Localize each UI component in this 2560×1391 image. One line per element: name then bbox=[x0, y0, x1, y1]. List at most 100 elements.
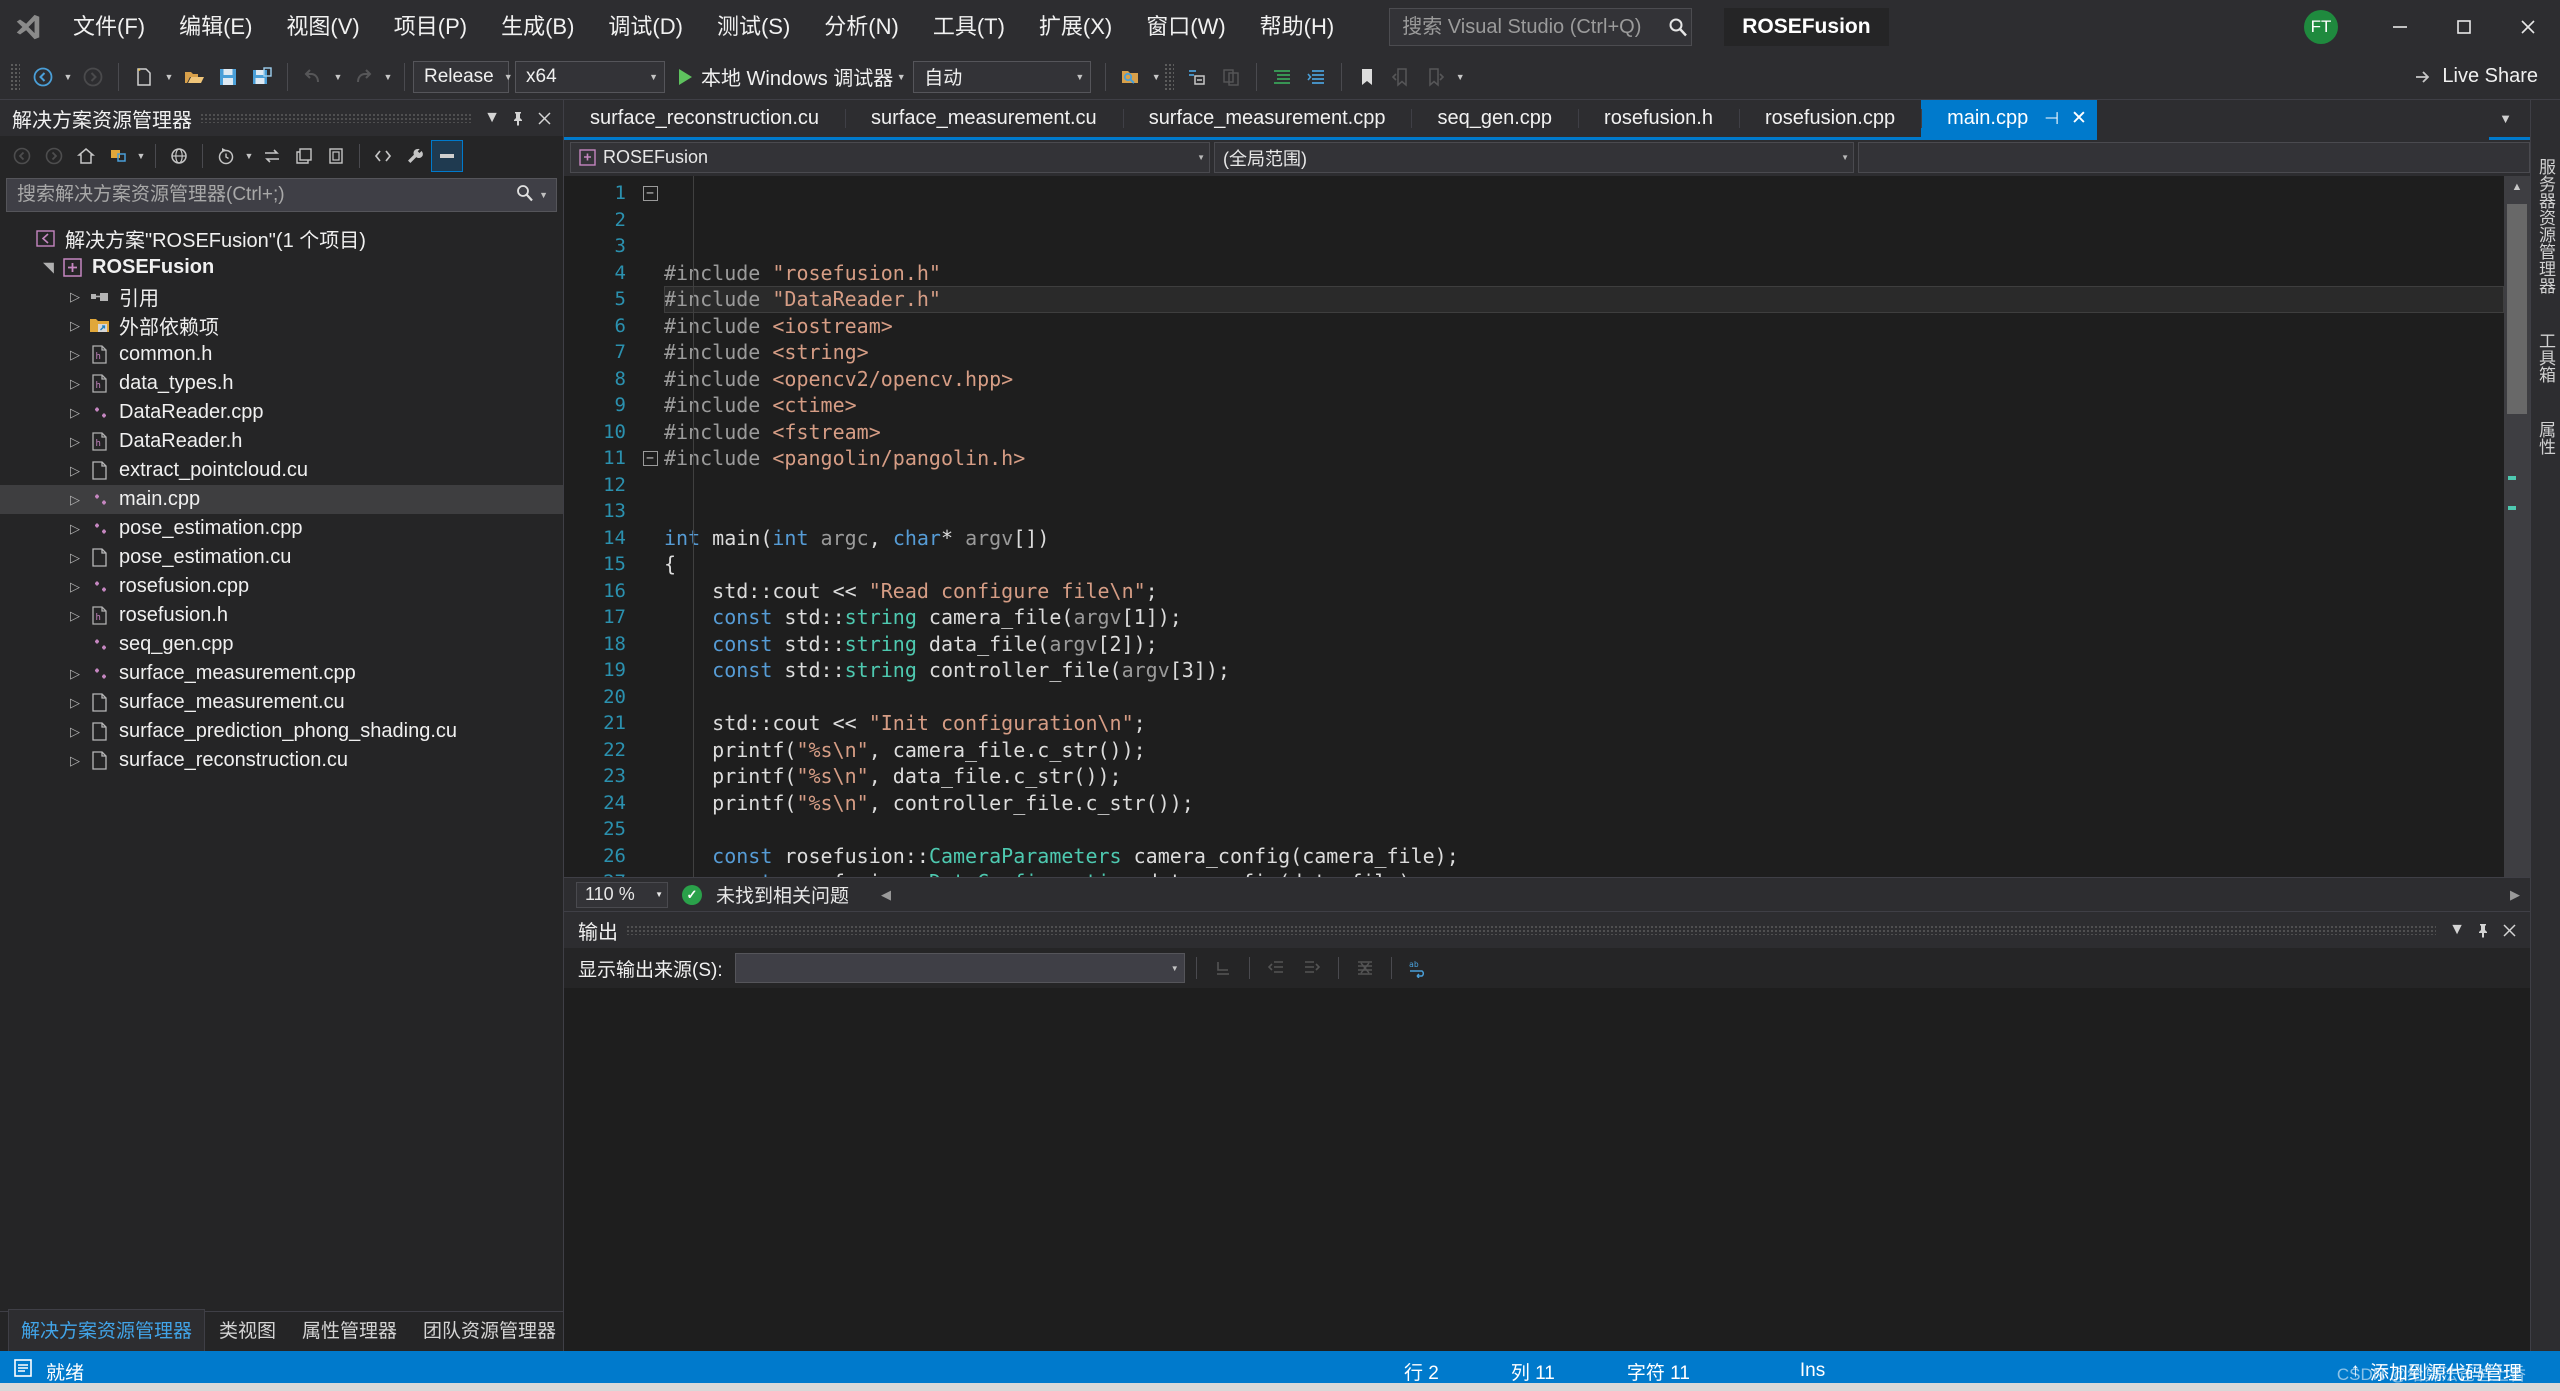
code-line[interactable]: #include "DataReader.h" bbox=[664, 286, 2504, 313]
scroll-left-icon[interactable]: ◀ bbox=[881, 887, 891, 903]
preview-selected-items-icon[interactable] bbox=[431, 140, 463, 172]
code-line[interactable]: std::cout << "Init configuration\n"; bbox=[664, 710, 2504, 737]
code-line[interactable]: const std::string data_file(argv[2]); bbox=[664, 631, 2504, 658]
live-share-button[interactable]: Live Share bbox=[2411, 65, 2538, 88]
find-dropdown-icon[interactable]: ▼ bbox=[1148, 60, 1164, 94]
editor-tab[interactable]: rosefusion.cpp bbox=[1739, 100, 1921, 140]
tree-item[interactable]: ▷引用 bbox=[0, 282, 563, 311]
pending-changes-icon[interactable] bbox=[210, 140, 242, 172]
code-line[interactable]: #include <pangolin/pangolin.h> bbox=[664, 445, 2504, 472]
search-options-dropdown-icon[interactable]: ▼ bbox=[535, 190, 552, 200]
editor-horizontal-scrollbar[interactable]: ◀ ▶ bbox=[881, 885, 2530, 905]
scroll-up-icon[interactable]: ▲ bbox=[2504, 176, 2530, 198]
code-line[interactable] bbox=[664, 684, 2504, 711]
solution-search-input[interactable] bbox=[17, 184, 515, 206]
navigate-backward-icon[interactable] bbox=[26, 60, 60, 94]
zoom-level-selector[interactable]: 110 % ▼ bbox=[576, 882, 668, 908]
code-line[interactable]: const rosefusion::CameraParameters camer… bbox=[664, 843, 2504, 870]
rtab-toolbox[interactable]: 工具箱 bbox=[2531, 326, 2560, 389]
collapsed-arrow-icon[interactable]: ▷ bbox=[64, 347, 86, 363]
fold-toggle-icon[interactable]: − bbox=[636, 445, 664, 472]
editor-tab[interactable]: main.cpp⊣✕ bbox=[1921, 100, 2097, 140]
go-to-previous-message-icon[interactable] bbox=[1261, 953, 1291, 983]
go-to-next-message-icon[interactable] bbox=[1297, 953, 1327, 983]
code-editor[interactable]: 1234567891011121314151617181920212223242… bbox=[564, 176, 2530, 877]
code-line[interactable]: std::cout << "Read configure file\n"; bbox=[664, 578, 2504, 605]
collapsed-arrow-icon[interactable]: ▷ bbox=[64, 724, 86, 740]
collapsed-arrow-icon[interactable]: ▷ bbox=[64, 318, 86, 334]
sync-with-active-document-icon[interactable] bbox=[256, 140, 288, 172]
home-icon[interactable] bbox=[70, 140, 102, 172]
clear-all-icon[interactable] bbox=[1350, 953, 1380, 983]
forward-icon[interactable] bbox=[38, 140, 70, 172]
tree-item[interactable]: ▷pose_estimation.cpp bbox=[0, 514, 563, 543]
scroll-right-icon[interactable]: ▶ bbox=[2510, 887, 2530, 903]
tree-item[interactable]: ▷surface_prediction_phong_shading.cu bbox=[0, 717, 563, 746]
close-icon[interactable] bbox=[2496, 917, 2522, 943]
search-input[interactable] bbox=[1402, 16, 1667, 39]
menu-file[interactable]: 文件(F) bbox=[56, 0, 162, 54]
scrollbar-thumb[interactable] bbox=[2507, 204, 2527, 414]
editor-tab[interactable]: surface_measurement.cpp bbox=[1123, 100, 1412, 140]
minimize-button[interactable] bbox=[2368, 0, 2432, 54]
editor-vertical-scrollbar[interactable]: ▲ bbox=[2504, 176, 2530, 877]
tree-item[interactable]: ▷hDataReader.h bbox=[0, 427, 563, 456]
menu-view[interactable]: 视图(V) bbox=[269, 0, 376, 54]
rtab-server-explorer[interactable]: 服务器资源管理器 bbox=[2531, 152, 2560, 300]
navbar-third-selector[interactable] bbox=[1858, 142, 2530, 173]
pin-icon[interactable] bbox=[505, 105, 531, 131]
menu-window[interactable]: 窗口(W) bbox=[1129, 0, 1242, 54]
tree-item[interactable]: ▷pose_estimation.cu bbox=[0, 543, 563, 572]
code-line[interactable] bbox=[664, 472, 2504, 499]
fold-margin[interactable]: − − bbox=[636, 176, 664, 877]
pin-icon[interactable] bbox=[2470, 917, 2496, 943]
tree-item[interactable]: ▷rosefusion.cpp bbox=[0, 572, 563, 601]
tree-item[interactable]: ▷hcommon.h bbox=[0, 340, 563, 369]
undo-icon[interactable] bbox=[296, 60, 330, 94]
code-line[interactable]: #include "rosefusion.h" bbox=[664, 260, 2504, 287]
toggle-bookmark-icon[interactable] bbox=[1350, 60, 1384, 94]
menu-analyze[interactable]: 分析(N) bbox=[807, 0, 916, 54]
panel-drag-dots[interactable] bbox=[200, 113, 471, 123]
tree-item[interactable]: ▷surface_measurement.cu bbox=[0, 688, 563, 717]
navbar-scope-selector[interactable]: ROSEFusion ▼ bbox=[570, 142, 1210, 173]
next-bookmark-icon[interactable] bbox=[1418, 60, 1452, 94]
pin-tab-icon[interactable]: ⊣ bbox=[2044, 109, 2059, 129]
code-line[interactable]: #include <string> bbox=[664, 339, 2504, 366]
collapsed-arrow-icon[interactable]: ▷ bbox=[64, 376, 86, 392]
previous-bookmark-icon[interactable] bbox=[1384, 60, 1418, 94]
code-line[interactable]: const rosefusion::DataConfiguration data… bbox=[664, 869, 2504, 877]
start-debugging-button[interactable]: 本地 Windows 调试器 ▼ bbox=[671, 60, 913, 94]
open-file-icon[interactable] bbox=[177, 60, 211, 94]
code-line[interactable]: printf("%s\n", data_file.c_str()); bbox=[664, 763, 2504, 790]
menu-tools[interactable]: 工具(T) bbox=[916, 0, 1022, 54]
tree-item[interactable]: seq_gen.cpp bbox=[0, 630, 563, 659]
new-project-dropdown-icon[interactable]: ▼ bbox=[161, 60, 177, 94]
panel-menu-icon[interactable]: ▼ bbox=[479, 105, 505, 131]
show-all-files-icon[interactable] bbox=[163, 140, 195, 172]
solution-tree[interactable]: 解决方案"ROSEFusion"(1 个项目)◢ROSEFusion▷引用▷外部… bbox=[0, 218, 563, 1311]
collapse-all-icon[interactable] bbox=[320, 140, 352, 172]
refresh-icon[interactable] bbox=[288, 140, 320, 172]
switch-views-icon[interactable] bbox=[102, 140, 134, 172]
tree-item[interactable]: 解决方案"ROSEFusion"(1 个项目) bbox=[0, 224, 563, 253]
pending-changes-dropdown-icon[interactable]: ▼ bbox=[242, 140, 256, 172]
menu-project[interactable]: 项目(P) bbox=[377, 0, 484, 54]
collapsed-arrow-icon[interactable]: ▷ bbox=[64, 492, 86, 508]
collapsed-arrow-icon[interactable]: ▷ bbox=[64, 463, 86, 479]
toolbar-grip-2[interactable] bbox=[1164, 63, 1174, 91]
code-line[interactable]: #include <iostream> bbox=[664, 313, 2504, 340]
comment-selection-icon[interactable] bbox=[1180, 60, 1214, 94]
toolbar-grip[interactable] bbox=[10, 63, 20, 91]
maximize-button[interactable] bbox=[2432, 0, 2496, 54]
collapsed-arrow-icon[interactable]: ▷ bbox=[64, 434, 86, 450]
menu-help[interactable]: 帮助(H) bbox=[1243, 0, 1352, 54]
menu-extensions[interactable]: 扩展(X) bbox=[1022, 0, 1129, 54]
tree-item[interactable]: ▷main.cpp bbox=[0, 485, 563, 514]
tree-item[interactable]: ▷外部依赖项 bbox=[0, 311, 563, 340]
tabstrip-overflow[interactable]: ▼ bbox=[2489, 100, 2530, 140]
close-icon[interactable] bbox=[531, 105, 557, 131]
tree-item[interactable]: ▷hdata_types.h bbox=[0, 369, 563, 398]
output-source-selector[interactable]: ▼ bbox=[735, 953, 1185, 983]
collapsed-arrow-icon[interactable]: ▷ bbox=[64, 695, 86, 711]
